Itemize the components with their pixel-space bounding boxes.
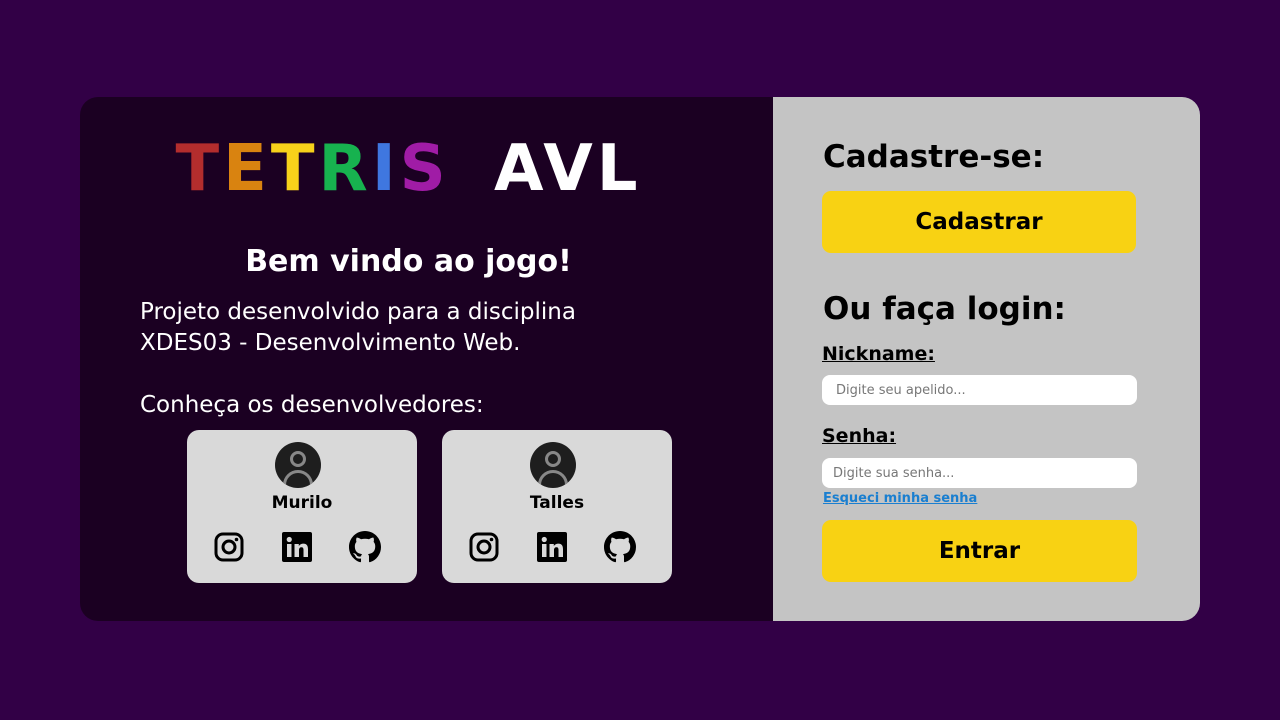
game-logo: TETRIS AVL	[80, 137, 737, 201]
description-line: Projeto desenvolvido para a disciplina	[140, 299, 576, 325]
welcome-panel: TETRIS AVL Bem vindo ao jogo! Projeto de…	[80, 97, 773, 621]
developer-card: Talles	[442, 430, 672, 583]
developer-name: Murilo	[271, 493, 333, 513]
avatar	[275, 442, 321, 488]
auth-panel: Cadastre-se: Cadastrar Ou faça login: Ni…	[773, 97, 1200, 621]
logo-letter: E	[223, 132, 271, 206]
linkedin-icon[interactable]	[281, 531, 313, 563]
description-line: XDES03 - Desenvolvimento Web.	[140, 330, 521, 356]
avatar	[530, 442, 576, 488]
linkedin-icon[interactable]	[536, 531, 568, 563]
login-title: Ou faça login:	[823, 291, 1066, 327]
signup-title: Cadastre-se:	[823, 139, 1045, 175]
instagram-icon[interactable]	[213, 531, 245, 563]
developer-card: Murilo	[187, 430, 417, 583]
main-card: TETRIS AVL Bem vindo ao jogo! Projeto de…	[80, 97, 1200, 621]
password-input[interactable]	[822, 458, 1137, 488]
developer-name: Talles	[529, 493, 585, 513]
logo-letter: T	[270, 132, 319, 206]
nickname-input[interactable]	[822, 375, 1137, 405]
logo-letter: T	[175, 132, 224, 206]
logo-letter: R	[318, 132, 372, 206]
password-label: Senha:	[822, 425, 897, 447]
nickname-label: Nickname:	[822, 343, 935, 365]
signup-button[interactable]: Cadastrar	[822, 191, 1136, 253]
logo-letter: I	[371, 132, 400, 206]
project-description: Projeto desenvolvido para a disciplina X…	[140, 297, 700, 359]
github-icon[interactable]	[349, 531, 381, 563]
forgot-password-link[interactable]: Esqueci minha senha	[823, 490, 977, 508]
developers-title: Conheça os desenvolvedores:	[140, 392, 484, 418]
welcome-heading: Bem vindo ao jogo!	[245, 244, 572, 279]
logo-suffix: AVL	[494, 132, 642, 206]
logo-letter: S	[399, 132, 450, 206]
login-button[interactable]: Entrar	[822, 520, 1137, 582]
github-icon[interactable]	[604, 531, 636, 563]
instagram-icon[interactable]	[468, 531, 500, 563]
